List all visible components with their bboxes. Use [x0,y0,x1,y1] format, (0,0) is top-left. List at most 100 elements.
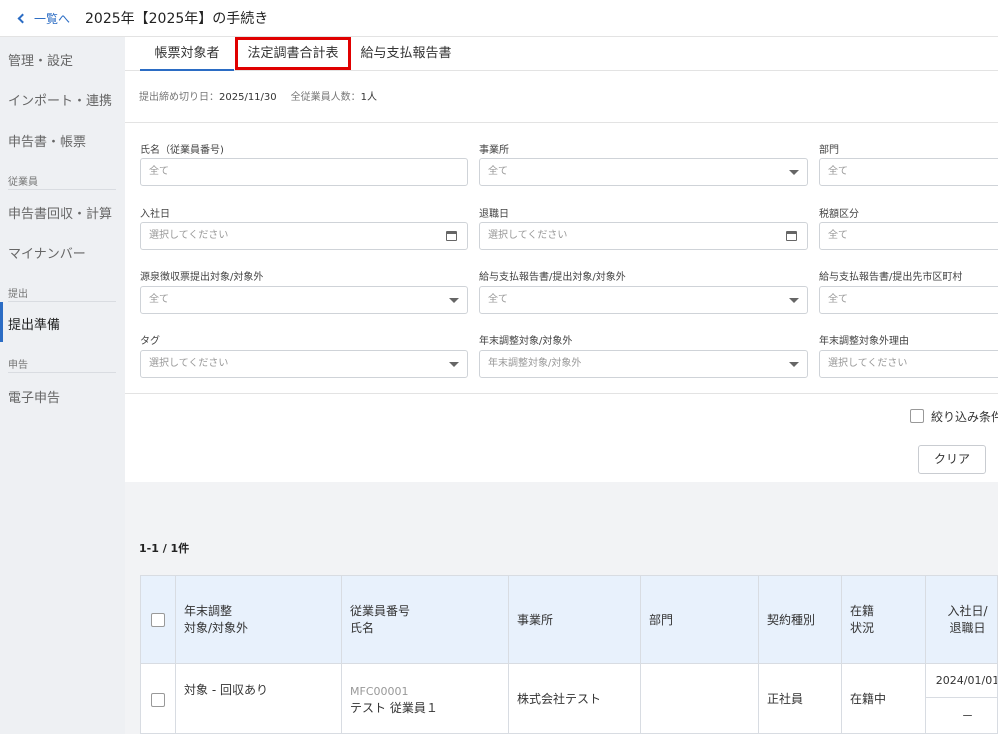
divider [125,122,998,123]
caret-down-icon [789,298,799,303]
result-count: 1-1 / 1件 [139,542,190,555]
header-dates[interactable]: 入社日/ 退職日 [925,576,997,664]
municipality-label: 給与支払報告書/提出先市区町村 [819,272,963,283]
sidebar-item-forms[interactable]: 申告書・帳票 [8,131,86,150]
retire-date-label: 退職日 [479,209,509,220]
retire-date-value: － [961,709,974,723]
header-contract[interactable]: 契約種別 [758,576,841,664]
sidebar-item-mynumber[interactable]: マイナンバー [8,243,86,262]
retire-date-placeholder: 選択してください [488,230,568,241]
payment-report-value: 全て [488,294,508,305]
sidebar: 管理・設定 インポート・連携 申告書・帳票 従業員 申告書回収・計算 マイナンバ… [0,37,125,734]
table-row-dates: 2024/01/01 － [925,664,997,733]
sidebar-item-settings[interactable]: 管理・設定 [8,50,73,69]
caret-down-icon [449,298,459,303]
row-checkbox[interactable] [151,692,165,707]
department-select-value: 全て [828,166,848,177]
sidebar-divider [8,189,116,190]
back-to-list-link[interactable]: 一覧へ [17,10,71,27]
office-select-value: 全て [488,166,508,177]
filter-toggle-label: 絞り込み条件 [931,410,998,424]
year-end-reason-placeholder: 選択してください [828,358,908,369]
table-row-employee[interactable]: MFC00001 テスト 従業員１ [341,664,508,733]
header-status-line1: 在籍 [850,604,875,618]
withholding-select[interactable]: 全て [140,286,468,314]
tag-placeholder: 選択してください [149,358,229,369]
caret-down-icon [449,362,459,367]
table-row-checkbox-cell [141,664,175,733]
name-filter-input[interactable]: 全て [140,158,468,186]
header-dates-line1: 入社日/ [947,604,988,618]
tax-class-select[interactable]: 全て [819,222,998,250]
payment-report-label: 給与支払報告書/提出対象/対象外 [479,272,626,283]
header-department[interactable]: 部門 [640,576,758,664]
hire-date-input[interactable]: 選択してください [140,222,468,250]
table-row-department [640,664,758,733]
header-checkbox-cell [141,576,175,664]
year-end-reason-select[interactable]: 選択してください [819,350,998,378]
filter-toggle-checkbox[interactable] [910,409,924,423]
divider [125,393,998,394]
hire-date-placeholder: 選択してください [149,230,229,241]
municipality-select[interactable]: 全て [819,286,998,314]
withholding-label: 源泉徴収票提出対象/対象外 [140,272,264,283]
clear-button[interactable]: クリア [918,445,986,474]
header-employee[interactable]: 従業員番号 氏名 [341,576,508,664]
sidebar-section-filing: 申告 [8,360,28,371]
year-end-select[interactable]: 年末調整対象/対象外 [479,350,808,378]
main-content: 帳票対象者 法定調書合計表 給与支払報告書 提出締め切り日：2025/11/30… [125,37,998,734]
tax-class-label: 税額区分 [819,209,859,220]
deadline-label: 提出締め切り日： [139,92,219,103]
calendar-icon [786,231,797,241]
header-year-end[interactable]: 年末調整 対象/対象外 [175,576,341,664]
caret-down-icon [789,170,799,175]
year-end-placeholder: 年末調整対象/対象外 [488,358,582,369]
year-end-reason-label: 年末調整対象外理由 [819,336,909,347]
tag-label: タグ [140,336,160,347]
employees-value: 1人 [360,92,378,103]
year-end-label: 年末調整対象/対象外 [479,336,573,347]
employee-table: 年末調整 対象/対象外 従業員番号 氏名 事業所 部門 契約種別 在籍 状況 入… [140,575,998,734]
employee-number: MFC00001 [350,684,409,698]
sidebar-item-efiling[interactable]: 電子申告 [8,387,60,406]
deadline-value: 2025/11/30 [219,92,277,103]
payment-report-select[interactable]: 全て [479,286,808,314]
tab-target-employees[interactable]: 帳票対象者 [140,37,234,71]
top-bar: 一覧へ 2025年【2025年】の手続き [0,0,998,37]
caret-down-icon [789,362,799,367]
name-filter-placeholder: 全て [149,166,169,177]
header-year-end-line2: 対象/対象外 [184,621,249,635]
withholding-value: 全て [149,294,169,305]
department-filter-label: 部門 [819,145,839,156]
header-office[interactable]: 事業所 [508,576,640,664]
sidebar-item-prep[interactable]: 提出準備 [8,314,60,333]
tab-payment-report[interactable]: 給与支払報告書 [354,37,458,71]
hire-date-value: 2024/01/01 [926,664,997,698]
back-link-label: 一覧へ [34,11,71,26]
table-row-contract: 正社員 [758,664,841,733]
hire-date-label: 入社日 [140,209,170,220]
header-status[interactable]: 在籍 状況 [841,576,925,664]
retire-date-input[interactable]: 選択してください [479,222,808,250]
name-filter-label: 氏名（従業員番号) [140,145,224,156]
sidebar-section-employees: 従業員 [8,177,38,188]
sidebar-item-collection[interactable]: 申告書回収・計算 [8,203,112,222]
submission-summary: 提出締め切り日：2025/11/30 全従業員人数：1人 [139,88,377,103]
office-filter-label: 事業所 [479,145,509,156]
table-row-year-end: 対象 - 回収あり [175,664,341,733]
sidebar-active-indicator [0,302,3,342]
tax-class-value: 全て [828,230,848,241]
office-select[interactable]: 全て [479,158,808,186]
department-select[interactable]: 全て [819,158,998,186]
employees-label: 全従業員人数： [290,92,361,103]
select-all-checkbox[interactable] [151,613,165,627]
sidebar-divider [8,372,116,373]
header-dates-line2: 退職日 [949,621,986,635]
sidebar-divider [8,301,116,302]
municipality-value: 全て [828,294,848,305]
table-row-office: 株式会社テスト [508,664,640,733]
tab-highlight-box [235,37,351,70]
calendar-icon [446,231,457,241]
sidebar-item-import[interactable]: インポート・連携 [8,90,112,109]
tag-select[interactable]: 選択してください [140,350,468,378]
